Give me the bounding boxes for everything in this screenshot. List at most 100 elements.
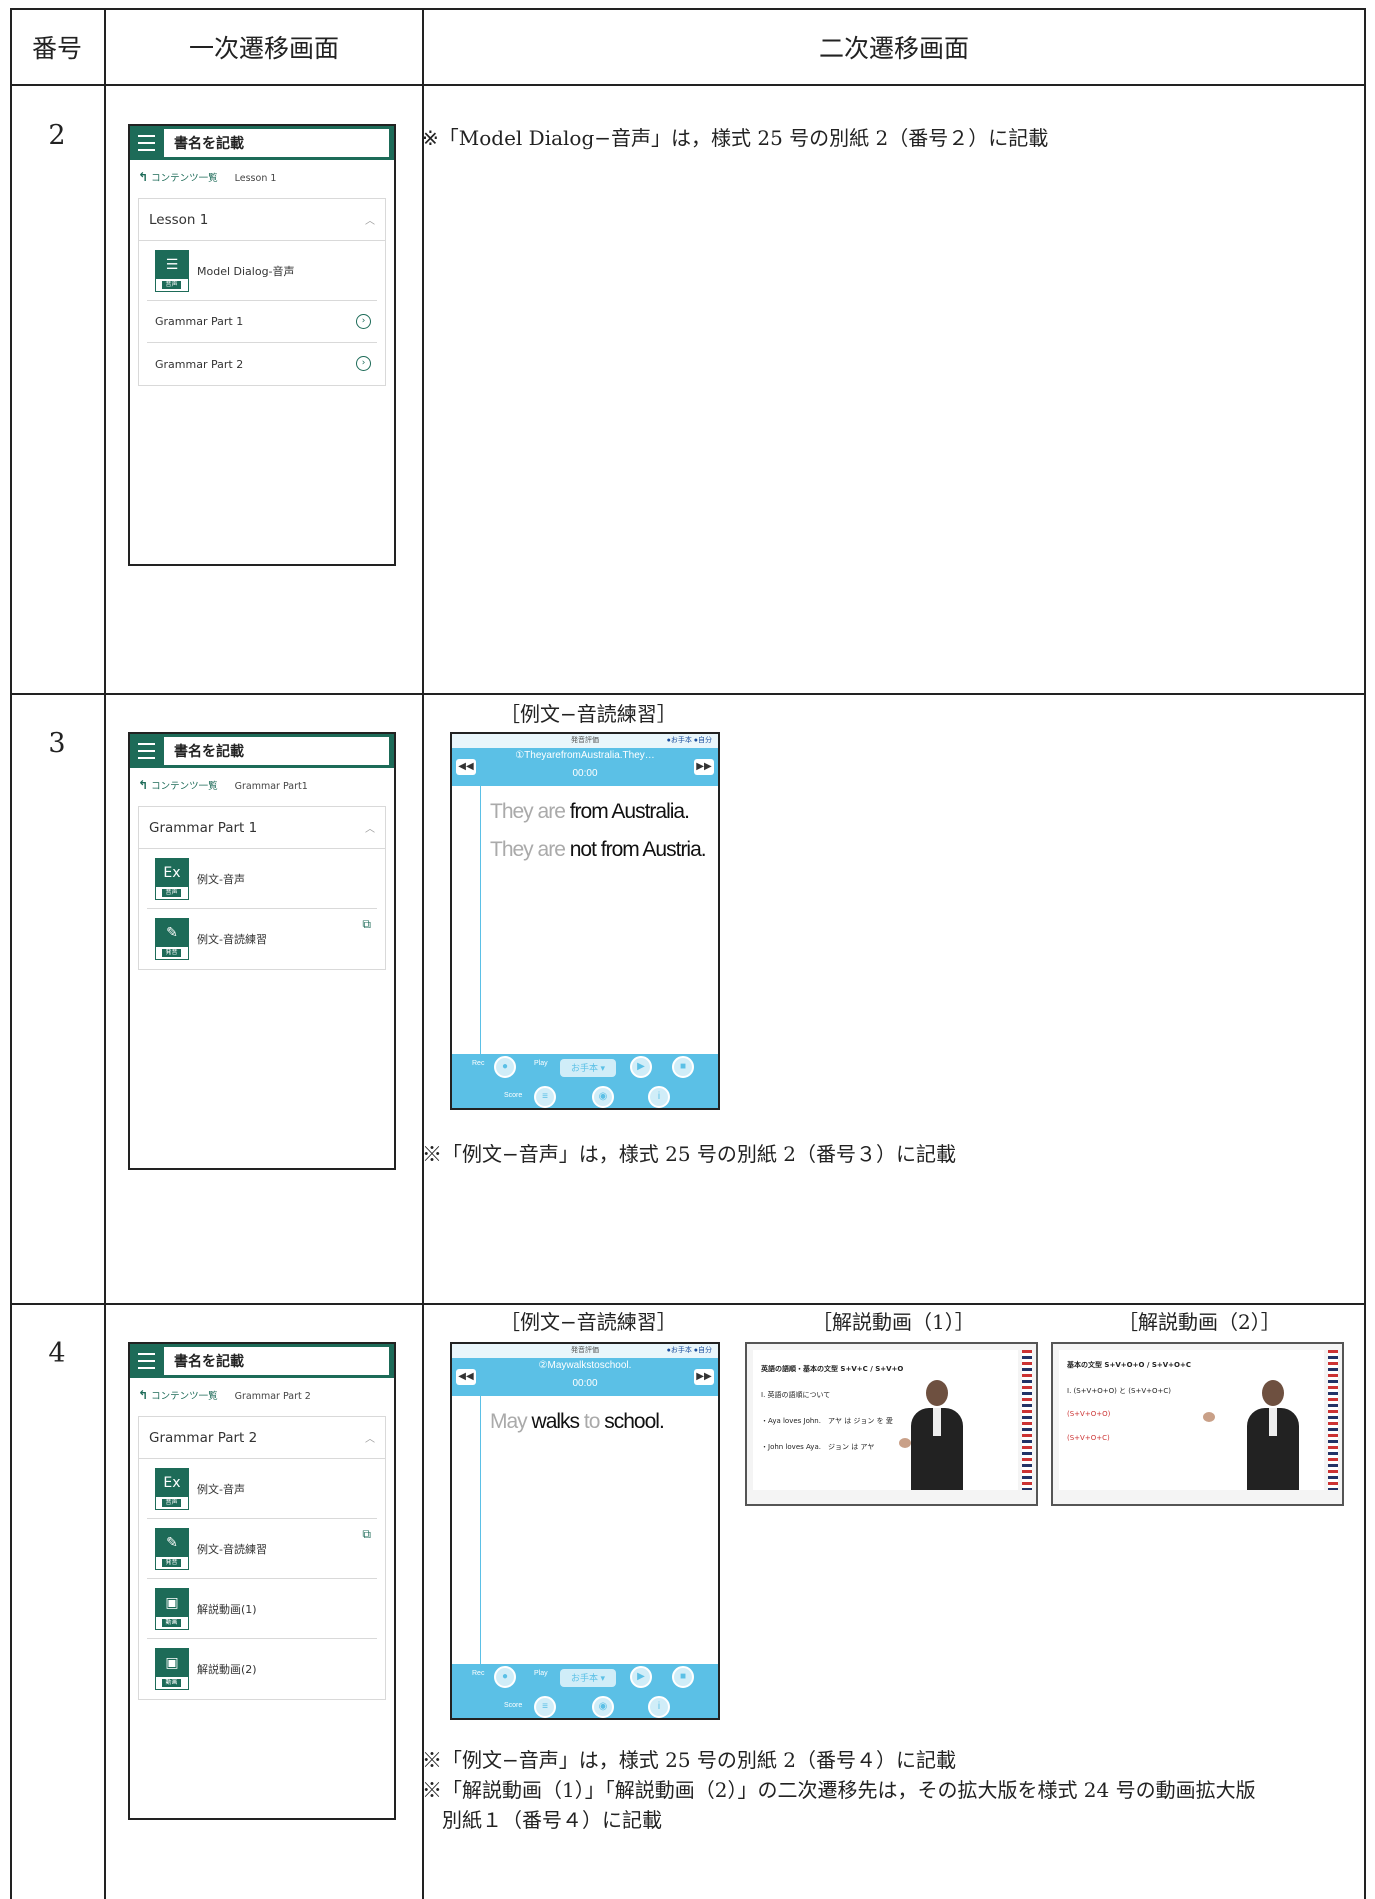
card-title: Grammar Part 2 <box>149 1429 258 1446</box>
lesson-card: Grammar Part 1 ︿ Ex 音声 例文-音声 ✎ 発音 例文-音読練習 … <box>138 806 386 970</box>
app-header-title: 発音評価 <box>571 1347 599 1354</box>
phone-mockup-row4: 書名を記載 ↰ コンテンツ一覧 Grammar Part 2 Grammar P… <box>128 1342 396 1820</box>
record-target-icon[interactable]: ◉ <box>592 1696 614 1718</box>
sentence-line: They are from Australia. <box>490 800 690 823</box>
row-divider <box>10 693 1366 695</box>
score-icon[interactable]: ≡ <box>534 1086 556 1108</box>
sentence-line: May walks to school. <box>490 1410 665 1433</box>
stop-icon[interactable]: ■ <box>672 1056 694 1078</box>
row-number: 3 <box>48 728 66 759</box>
row-number: 4 <box>48 1338 66 1369</box>
app-header: 書名を記載 <box>130 734 394 768</box>
back-arrow-icon[interactable]: ↰ <box>138 170 148 184</box>
fast-forward-icon[interactable]: ▶▶ <box>694 759 714 775</box>
item-label: 例文-音声 <box>197 872 245 886</box>
score-label: Score <box>504 1702 523 1709</box>
book-title: 書名を記載 <box>164 129 389 157</box>
book-title: 書名を記載 <box>164 1347 389 1375</box>
microphone-icon[interactable]: ● <box>494 1056 516 1078</box>
breadcrumb-current: Grammar Part 2 <box>234 1391 311 1402</box>
note-text: ※「例文−音声」は，様式 25 号の別紙 2（番号４）に記載 <box>422 1748 957 1772</box>
header-secondary-screen: 二次遷移画面 <box>818 34 969 63</box>
list-item-example-audio[interactable]: Ex 音声 例文-音声 <box>147 1459 377 1519</box>
sentence-title: ①TheyarefromAustralia.They… <box>515 750 655 761</box>
header-number: 番号 <box>31 34 82 63</box>
external-link-icon: ⧉ <box>362 917 371 931</box>
note-text: ※「Model Dialog−音声」は，様式 25 号の別紙 2（番号２）に記載 <box>422 126 1049 150</box>
video-text: (S+V+O+O) <box>1067 1410 1111 1418</box>
stop-icon[interactable]: ■ <box>672 1666 694 1688</box>
margin-rule <box>480 1396 481 1664</box>
note-text: 別紙１（番号４）に記載 <box>442 1808 662 1832</box>
list-item-video-1[interactable]: ▣ 動画 解説動画(1) <box>147 1579 377 1639</box>
list-item-example-audio[interactable]: Ex 音声 例文-音声 <box>147 849 377 909</box>
score-label: Score <box>504 1092 523 1099</box>
play-icon[interactable]: ▶ <box>630 1056 652 1078</box>
info-icon[interactable]: i <box>648 1086 670 1108</box>
model-select[interactable]: お手本 ▾ <box>560 1669 616 1687</box>
card-title: Lesson 1 <box>149 211 209 228</box>
sentence-area: May walks to school. <box>452 1396 718 1664</box>
breadcrumb-current: Lesson 1 <box>234 173 277 184</box>
hamburger-menu-icon[interactable] <box>138 1353 155 1369</box>
item-label: 例文-音声 <box>197 1482 245 1496</box>
breadcrumb-contents-link[interactable]: コンテンツ一覧 <box>151 1391 218 1402</box>
reading-practice-app-row3: 発音評価 ●お手本 ●自分 ◀◀ ①TheyarefromAustralia.T… <box>450 732 720 1110</box>
table-border-left <box>10 8 12 1899</box>
time-display: 00:00 <box>572 1378 598 1389</box>
video-film-icon: ▣ 動画 <box>155 1587 189 1630</box>
back-arrow-icon[interactable]: ↰ <box>138 1388 148 1402</box>
reading-practice-app-row4: 発音評価 ●お手本 ●自分 ◀◀ ②Maywalkstoschool. 00:0… <box>450 1342 720 1720</box>
item-label: Grammar Part 2 <box>155 357 244 371</box>
back-arrow-icon[interactable]: ↰ <box>138 778 148 792</box>
fast-forward-icon[interactable]: ▶▶ <box>694 1369 714 1385</box>
score-icon[interactable]: ≡ <box>534 1696 556 1718</box>
audio-list-icon: ☰ 音声 <box>155 249 189 292</box>
breadcrumb: ↰ コンテンツ一覧 Grammar Part 2 <box>138 1388 311 1402</box>
video-thumbnail-1: 英語の語順・基本の文型 S+V+C / S+V+O Ⅰ. 英語の語順について ・… <box>745 1342 1038 1506</box>
icon-tag: 発音 <box>162 1558 181 1567</box>
time-display: 00:00 <box>572 768 598 779</box>
item-label: Model Dialog-音声 <box>197 264 295 278</box>
hamburger-menu-icon[interactable] <box>138 743 155 759</box>
chevron-right-circle-icon: › <box>356 356 371 371</box>
sentence-area: They are from Australia. They are not fr… <box>452 786 718 1054</box>
video-text: ・John loves Aya. ジョン は アヤ <box>761 1443 875 1451</box>
info-icon[interactable]: i <box>648 1696 670 1718</box>
app-header-title: 発音評価 <box>571 737 599 744</box>
chevron-up-icon: ︿ <box>365 1434 375 1445</box>
app-header: 書名を記載 <box>130 1344 394 1378</box>
lecturer-figure <box>1203 1380 1303 1490</box>
breadcrumb-contents-link[interactable]: コンテンツ一覧 <box>151 781 218 792</box>
video-text: (S+V+O+C) <box>1067 1434 1110 1442</box>
pronunciation-edit-icon: ✎ 発音 <box>155 918 189 960</box>
header-primary-screen: 一次遷移画面 <box>188 34 339 63</box>
list-item-example-reading[interactable]: ✎ 発音 例文-音読練習 ⧉ <box>147 909 377 969</box>
microphone-icon[interactable]: ● <box>494 1666 516 1688</box>
app-top-bar: 発音評価 ●お手本 ●自分 <box>452 1344 718 1358</box>
column-divider <box>104 8 106 1899</box>
record-target-icon[interactable]: ◉ <box>592 1086 614 1108</box>
icon-tag: 動画 <box>162 1618 181 1627</box>
rec-label: Rec <box>472 1670 485 1677</box>
card-header[interactable]: Grammar Part 1 ︿ <box>139 807 385 849</box>
item-label: Grammar Part 1 <box>155 315 244 328</box>
row-number: 2 <box>48 120 66 151</box>
model-select[interactable]: お手本 ▾ <box>560 1059 616 1077</box>
list-item-example-reading[interactable]: ✎ 発音 例文-音読練習 ⧉ <box>147 1519 377 1579</box>
item-label: 例文-音読練習 <box>197 1542 267 1556</box>
list-item-grammar-part-1[interactable]: Grammar Part 1 › <box>147 301 377 343</box>
list-item-model-dialog[interactable]: ☰ 音声 Model Dialog-音声 <box>147 241 377 301</box>
lecturer-figure <box>899 1380 967 1490</box>
list-item-grammar-part-2[interactable]: Grammar Part 2 › <box>147 343 377 385</box>
video-thumbnail-2: 基本の文型 S+V+O+O / S+V+O+C Ⅰ. (S+V+O+O) と (… <box>1051 1342 1344 1506</box>
lesson-card: Lesson 1 ︿ ☰ 音声 Model Dialog-音声 Grammar P… <box>138 198 386 386</box>
breadcrumb-contents-link[interactable]: コンテンツ一覧 <box>151 173 218 184</box>
list-item-video-2[interactable]: ▣ 動画 解説動画(2) <box>147 1639 377 1699</box>
card-header[interactable]: Grammar Part 2 ︿ <box>139 1417 385 1459</box>
card-header[interactable]: Lesson 1 ︿ <box>139 199 385 241</box>
item-label: 例文-音読練習 <box>197 933 267 946</box>
hamburger-menu-icon[interactable] <box>138 135 155 151</box>
play-icon[interactable]: ▶ <box>630 1666 652 1688</box>
caption-reading-practice: ［例文−音読練習］ <box>500 1310 677 1334</box>
